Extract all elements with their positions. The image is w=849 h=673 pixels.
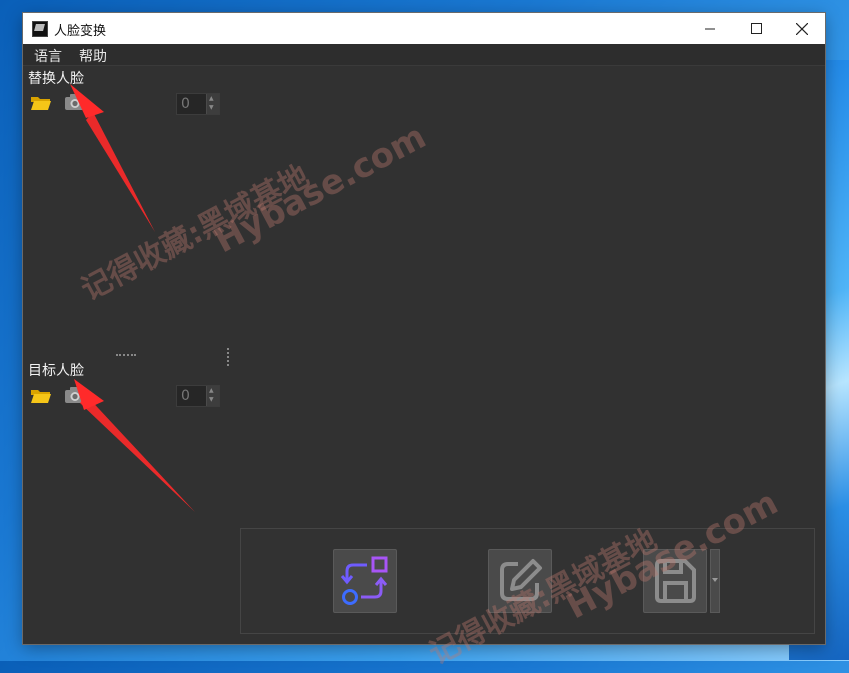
edit-icon — [500, 559, 542, 601]
target-face-label: 目标人脸 — [28, 363, 84, 379]
maximize-icon — [750, 23, 762, 34]
spin-buttons[interactable]: ▲ ▼ — [206, 386, 219, 406]
spin-up-icon[interactable]: ▲ — [209, 388, 214, 394]
title-bar[interactable]: 人脸变换 — [23, 13, 825, 44]
target-face-index-spinbox[interactable]: 0 ▲ ▼ — [176, 385, 220, 407]
app-window: 人脸变换 语言 帮助 替换人脸 0 ▲ ▼ 目标人脸 0 ▲ ▼ — [23, 13, 825, 644]
spin-value: 0 — [181, 96, 190, 112]
spin-buttons[interactable]: ▲ ▼ — [206, 94, 219, 114]
swap-face-button[interactable] — [333, 549, 397, 613]
splitter-handle-horizontal[interactable] — [116, 354, 136, 356]
maximize-button[interactable] — [733, 13, 779, 44]
spin-up-icon[interactable]: ▲ — [209, 96, 214, 102]
spin-value: 0 — [181, 388, 190, 404]
app-icon — [32, 21, 48, 37]
camera-icon[interactable] — [64, 93, 86, 111]
close-icon — [796, 22, 808, 35]
spin-down-icon[interactable]: ▼ — [209, 105, 214, 111]
close-button[interactable] — [779, 13, 825, 44]
menu-language[interactable]: 语言 — [34, 46, 62, 66]
menu-bar: 语言 帮助 — [23, 44, 825, 66]
action-panel — [240, 528, 815, 634]
edit-button[interactable] — [488, 549, 552, 613]
menu-help[interactable]: 帮助 — [79, 46, 107, 66]
open-folder-icon[interactable] — [30, 95, 52, 111]
spin-down-icon[interactable]: ▼ — [209, 397, 214, 403]
swap-icon — [340, 556, 388, 605]
minimize-button[interactable] — [687, 13, 733, 44]
window-title: 人脸变换 — [54, 24, 107, 39]
minimize-icon — [704, 28, 715, 30]
save-options-dropdown[interactable] — [710, 549, 720, 613]
open-folder-icon[interactable] — [30, 388, 52, 404]
save-icon — [655, 559, 696, 603]
splitter-handle-vertical[interactable] — [227, 348, 229, 366]
camera-icon[interactable] — [64, 386, 86, 404]
replace-face-index-spinbox[interactable]: 0 ▲ ▼ — [176, 93, 220, 115]
replace-face-label: 替换人脸 — [28, 71, 84, 87]
save-button[interactable] — [643, 549, 707, 613]
